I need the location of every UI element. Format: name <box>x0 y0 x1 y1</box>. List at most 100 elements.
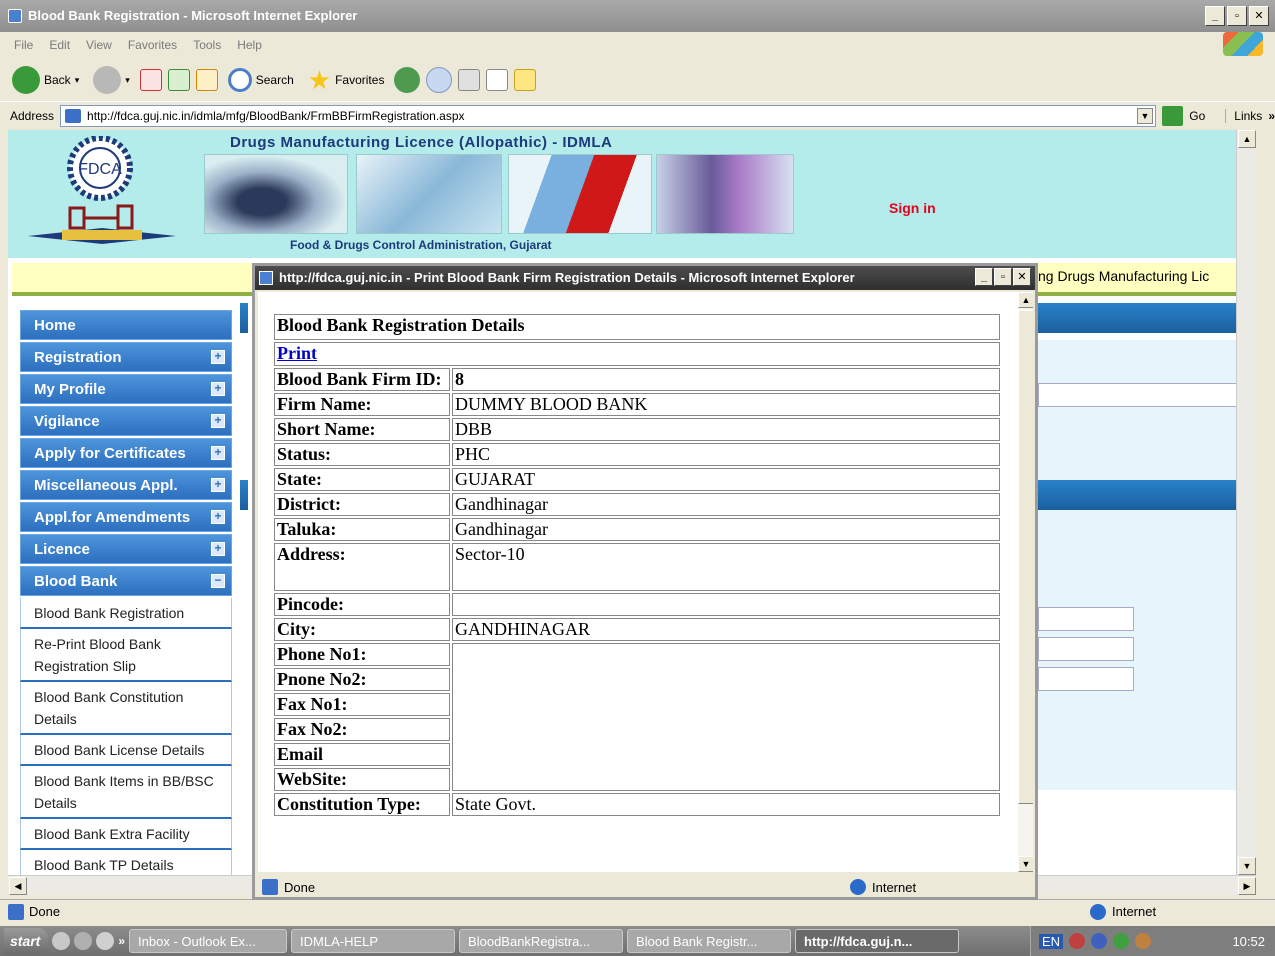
refresh-icon[interactable] <box>167 69 190 91</box>
page-vertical-scrollbar[interactable]: ▲ ▼ <box>1236 130 1256 875</box>
expand-icon[interactable]: + <box>211 382 225 396</box>
popup-scroll-thumb[interactable] <box>1018 310 1033 804</box>
back-button[interactable]: Back ▾ <box>8 64 83 96</box>
edit-icon[interactable] <box>486 69 509 91</box>
quicklaunch-ie-icon[interactable] <box>52 932 71 950</box>
scroll-right-icon[interactable]: ▶ <box>1238 877 1256 895</box>
tray-icon-1[interactable] <box>1069 933 1086 949</box>
go-button[interactable]: Go <box>1189 109 1205 123</box>
popup-maximize-button[interactable]: ▫ <box>994 268 1012 286</box>
task-idmla-help[interactable]: IDMLA-HELP <box>291 929 456 953</box>
favorites-button[interactable]: ★ Favorites <box>304 66 389 94</box>
popup-close-button[interactable]: ✕ <box>1013 268 1031 286</box>
address-dropdown-icon[interactable]: ▼ <box>1136 107 1153 124</box>
quicklaunch-outlook-icon[interactable] <box>74 932 93 950</box>
sidebar-item-license-details[interactable]: Blood Bank License Details <box>20 735 232 766</box>
news-ticker-text: ng Drugs Manufacturing Lic <box>1038 268 1210 284</box>
nav-blood-bank[interactable]: Blood Bank − <box>20 566 232 596</box>
ie-icon <box>8 9 22 23</box>
tray-icon-2[interactable] <box>1091 933 1108 949</box>
expand-icon[interactable]: + <box>211 446 225 460</box>
windows-logo-icon <box>1223 32 1263 56</box>
background-field-2[interactable] <box>1038 607 1134 631</box>
field-label: Phone No1: <box>274 643 450 666</box>
menu-help[interactable]: Help <box>231 38 268 52</box>
address-input[interactable]: http://fdca.guj.nic.in/idmla/mfg/BloodBa… <box>60 104 1156 127</box>
logo-text: FDCA <box>78 161 122 178</box>
task-outlook[interactable]: Inbox - Outlook Ex... <box>129 929 288 953</box>
tray-icon-3[interactable] <box>1113 933 1130 949</box>
scroll-left-icon[interactable]: ◀ <box>9 877 27 895</box>
language-indicator[interactable]: EN <box>1039 933 1064 949</box>
menu-view[interactable]: View <box>80 38 118 52</box>
links-chevron-icon[interactable]: » <box>1268 109 1275 123</box>
nav-vigilance[interactable]: Vigilance + <box>20 406 232 436</box>
tray-icon-4[interactable] <box>1135 933 1152 949</box>
close-button[interactable]: ✕ <box>1249 6 1269 26</box>
discuss-icon[interactable] <box>514 69 537 91</box>
expand-icon[interactable]: + <box>211 414 225 428</box>
search-button[interactable]: Search <box>224 66 298 94</box>
field-value-state: GUJARAT <box>452 468 1000 491</box>
task-print-popup[interactable]: http://fdca.guj.n... <box>795 929 960 953</box>
scroll-up-icon[interactable]: ▲ <box>1238 130 1256 148</box>
field-value-city: GANDHINAGAR <box>452 618 1000 641</box>
links-button[interactable]: Links <box>1225 108 1262 123</box>
start-button[interactable]: start <box>4 928 49 954</box>
menu-favorites[interactable]: Favorites <box>122 38 183 52</box>
field-label: Fax No1: <box>274 693 450 716</box>
expand-icon[interactable]: + <box>211 350 225 364</box>
field-label: Pnone No2: <box>274 668 450 691</box>
popup-scroll-down-icon[interactable]: ▼ <box>1018 856 1033 872</box>
sidebar-item-items-bb-bsc[interactable]: Blood Bank Items in BB/BSC Details <box>20 766 232 819</box>
sidebar-item-tp-details[interactable]: Blood Bank TP Details <box>20 850 232 875</box>
sidebar-item-blood-bank-registration[interactable]: Blood Bank Registration <box>20 598 232 629</box>
nav-apply-for-certificates[interactable]: Apply for Certificates + <box>20 438 232 468</box>
nav-registration[interactable]: Registration + <box>20 342 232 372</box>
expand-icon[interactable]: + <box>211 510 225 524</box>
nav-my-profile[interactable]: My Profile + <box>20 374 232 404</box>
sidebar-item-reprint-registration-slip[interactable]: Re-Print Blood Bank Registration Slip <box>20 629 232 682</box>
menu-tools[interactable]: Tools <box>187 38 227 52</box>
forward-button[interactable]: ▾ <box>89 64 134 96</box>
go-arrow-icon[interactable] <box>1161 105 1184 126</box>
task-word-doc[interactable]: BloodBankRegistra... <box>459 929 624 953</box>
print-link[interactable]: Print <box>277 343 317 363</box>
task-blood-bank-registration[interactable]: Blood Bank Registr... <box>627 929 792 953</box>
browser-toolbar: Back ▾ ▾ Search ★ Favorites <box>0 60 1275 100</box>
menu-edit[interactable]: Edit <box>43 38 76 52</box>
sidebar-item-extra-facility[interactable]: Blood Bank Extra Facility <box>20 819 232 850</box>
site-title: Drugs Manufacturing Licence (Allopathic)… <box>230 134 613 151</box>
expand-icon[interactable]: + <box>211 542 225 556</box>
collapse-icon[interactable]: − <box>211 574 225 588</box>
stop-icon[interactable] <box>139 69 162 91</box>
nav-appl-for-amendments[interactable]: Appl.for Amendments + <box>20 502 232 532</box>
field-value-pincode <box>452 593 1000 616</box>
nav-licence[interactable]: Licence + <box>20 534 232 564</box>
popup-scroll-up-icon[interactable]: ▲ <box>1018 292 1033 308</box>
fdca-logo: FDCA <box>28 136 176 244</box>
menu-file[interactable]: File <box>8 38 39 52</box>
background-field-3[interactable] <box>1038 637 1134 661</box>
popup-vertical-scrollbar[interactable]: ▲ ▼ <box>1018 292 1033 872</box>
history-icon[interactable] <box>394 67 421 93</box>
mail-icon[interactable] <box>426 67 453 93</box>
quicklaunch-chevron-icon[interactable]: » <box>118 934 125 948</box>
maximize-button[interactable]: ▫ <box>1227 6 1247 26</box>
sidebar-item-constitution-details[interactable]: Blood Bank Constitution Details <box>20 682 232 735</box>
print-icon[interactable] <box>458 69 481 91</box>
expand-icon[interactable]: + <box>211 478 225 492</box>
menu-bar: File Edit View Favorites Tools Help <box>0 32 1275 58</box>
print-popup-window: http://fdca.guj.nic.in - Print Blood Ban… <box>252 263 1038 900</box>
nav-home[interactable]: Home <box>20 310 232 340</box>
home-icon[interactable] <box>195 69 218 91</box>
minimize-button[interactable]: _ <box>1205 6 1225 26</box>
background-field-4[interactable] <box>1038 667 1134 691</box>
scroll-down-icon[interactable]: ▼ <box>1238 857 1256 875</box>
background-field[interactable] <box>1038 383 1254 407</box>
quicklaunch-media-icon[interactable] <box>96 932 115 950</box>
sign-in-link[interactable]: Sign in <box>889 200 936 216</box>
nav-miscellaneous-appl[interactable]: Miscellaneous Appl. + <box>20 470 232 500</box>
test-tubes-photo <box>656 154 794 234</box>
popup-minimize-button[interactable]: _ <box>975 268 993 286</box>
